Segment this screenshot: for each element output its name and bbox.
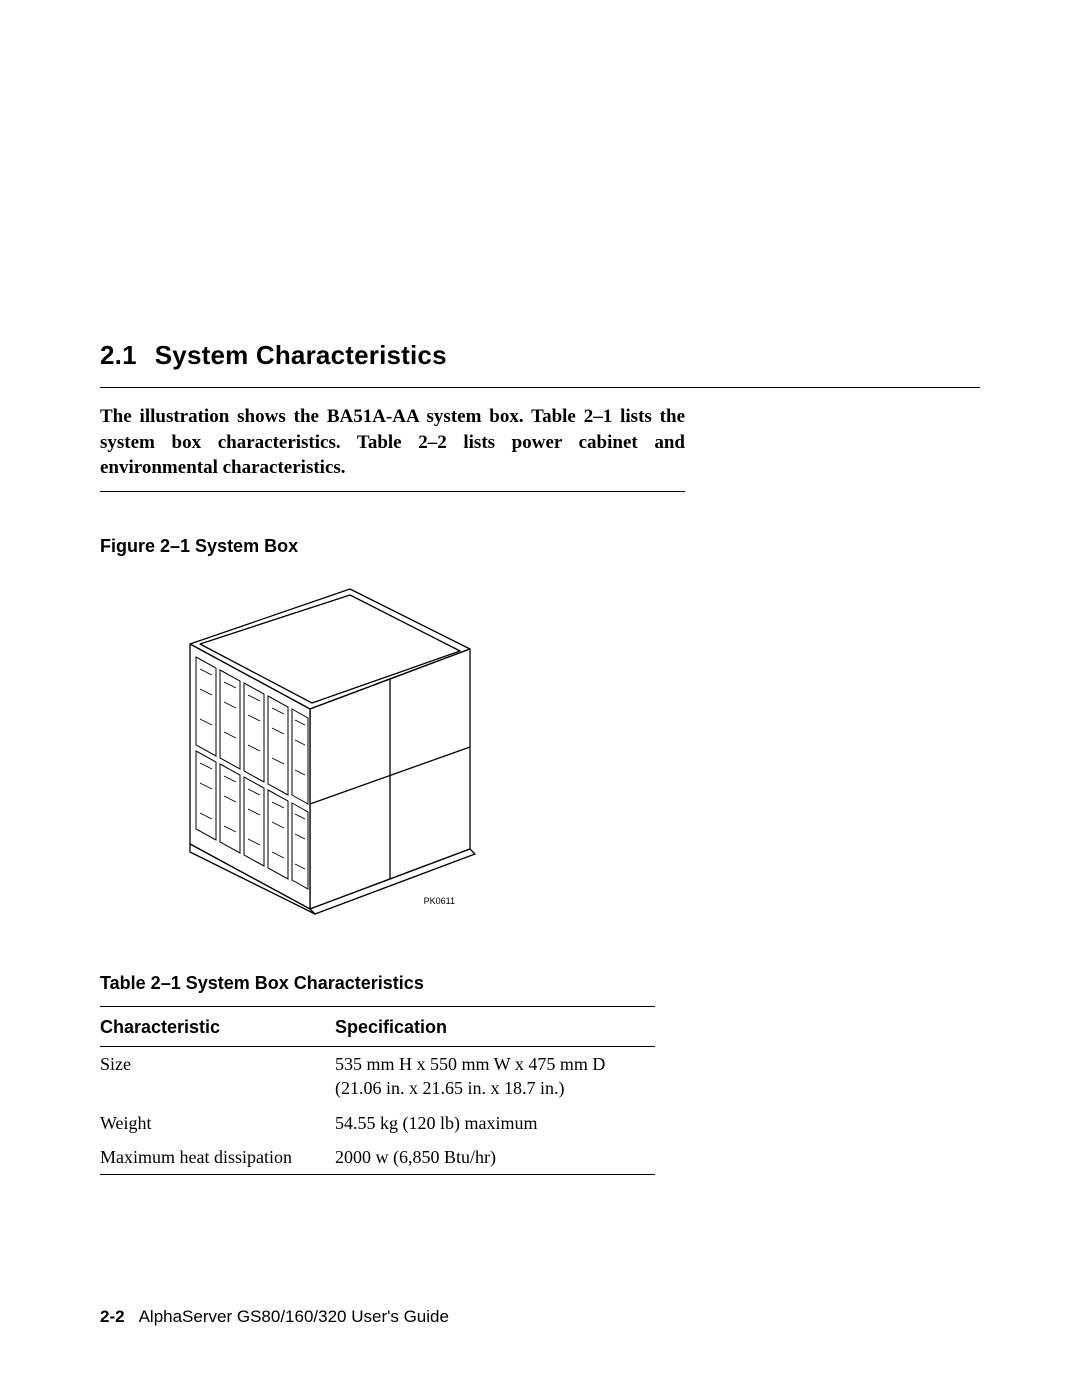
section-title-text: System Characteristics — [155, 340, 447, 370]
table-row: Size 535 mm H x 550 mm W x 475 mm D(21.0… — [100, 1046, 655, 1105]
section-heading: 2.1 System Characteristics — [100, 340, 980, 371]
figure-caption: Figure 2–1 System Box — [100, 536, 980, 557]
figure-system-box: PK0611 — [100, 569, 980, 929]
table-header-specification: Specification — [335, 1006, 655, 1046]
cell-characteristic: Maximum heat dissipation — [100, 1140, 335, 1175]
heading-rule — [100, 387, 980, 388]
table-row: Maximum heat dissipation 2000 w (6,850 B… — [100, 1140, 655, 1175]
cell-specification: 535 mm H x 550 mm W x 475 mm D(21.06 in.… — [335, 1046, 655, 1105]
page-number: 2-2 — [100, 1307, 125, 1326]
table-caption: Table 2–1 System Box Characteristics — [100, 973, 980, 994]
document-page: 2.1 System Characteristics The illustrati… — [0, 0, 1080, 1397]
table-row: Weight 54.55 kg (120 lb) maximum — [100, 1106, 655, 1140]
doc-title: AlphaServer GS80/160/320 User's Guide — [139, 1307, 449, 1326]
cell-characteristic: Size — [100, 1046, 335, 1105]
spec-table: Characteristic Specification Size 535 mm… — [100, 1006, 655, 1175]
section-number: 2.1 — [100, 340, 137, 371]
figure-tag: PK0611 — [424, 896, 455, 906]
table-header-characteristic: Characteristic — [100, 1006, 335, 1046]
intro-rule — [100, 491, 685, 492]
page-footer: 2-2 AlphaServer GS80/160/320 User's Guide — [100, 1307, 449, 1327]
cell-specification: 54.55 kg (120 lb) maximum — [335, 1106, 655, 1140]
system-box-icon: PK0611 — [100, 569, 490, 929]
intro-paragraph: The illustration shows the BA51A-AA syst… — [100, 404, 685, 481]
cell-characteristic: Weight — [100, 1106, 335, 1140]
cell-specification: 2000 w (6,850 Btu/hr) — [335, 1140, 655, 1175]
